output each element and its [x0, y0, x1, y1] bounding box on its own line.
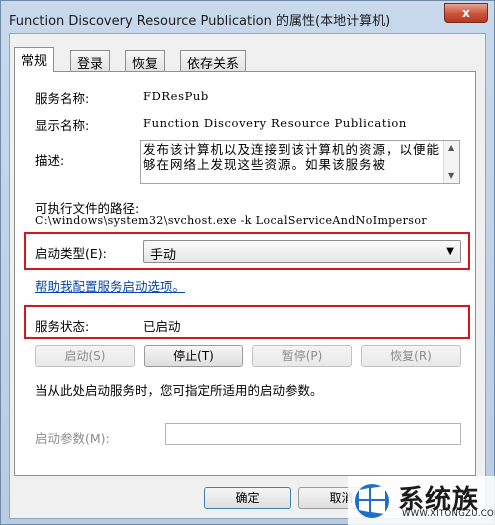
- service-name-label: 服务名称:: [35, 91, 90, 106]
- start-params-hint: 当从此处启动服务时，您可指定所适用的启动参数。: [35, 383, 323, 398]
- startup-type-label: 启动类型(E):: [35, 246, 107, 261]
- close-button[interactable]: x: [444, 3, 488, 23]
- site-watermark: 系统族 WWW.XITONGZU.COM: [348, 476, 495, 525]
- title-bar[interactable]: Function Discovery Resource Publication …: [1, 1, 494, 35]
- start-params-input[interactable]: [165, 423, 461, 445]
- windows-logo-icon: [355, 484, 389, 518]
- tab-general-label: 常规: [21, 54, 48, 69]
- resume-service-button[interactable]: 恢复(R): [361, 345, 461, 367]
- service-name-value: FDResPub: [143, 89, 209, 103]
- service-status-highlight: [24, 305, 470, 339]
- window-title: Function Discovery Resource Publication …: [9, 14, 391, 29]
- scroll-up-icon[interactable]: ▲: [448, 143, 454, 152]
- chevron-down-icon: ▼: [446, 246, 454, 257]
- watermark-url: WWW.XITONGZU.COM: [402, 509, 495, 519]
- tab-logon-label: 登录: [77, 57, 104, 72]
- help-configure-link[interactable]: 帮助我配置服务启动选项。: [35, 276, 185, 295]
- startup-type-selected: 手动: [150, 248, 177, 263]
- ok-button[interactable]: 确定: [204, 487, 291, 509]
- description-label: 描述:: [35, 153, 65, 168]
- stop-service-button[interactable]: 停止(T): [144, 345, 243, 367]
- tab-recovery-label: 恢复: [132, 57, 159, 72]
- service-status-label: 服务状态:: [35, 319, 90, 334]
- scroll-down-icon[interactable]: ▼: [448, 171, 454, 180]
- startup-type-select[interactable]: 手动 ▼: [143, 240, 461, 263]
- display-name-value: Function Discovery Resource Publication: [143, 116, 407, 130]
- start-params-label: 启动参数(M):: [35, 431, 110, 446]
- tab-dependencies-label: 依存关系: [187, 57, 240, 72]
- close-icon: x: [462, 6, 470, 20]
- description-text: 发布该计算机以及连接到该计算机的资源，以便能够在网络上发现这些资源。如果该服务被: [143, 142, 441, 172]
- pause-service-button[interactable]: 暂停(P): [252, 345, 352, 367]
- description-textbox[interactable]: 发布该计算机以及连接到该计算机的资源，以便能够在网络上发现这些资源。如果该服务被…: [140, 140, 460, 184]
- tab-recovery[interactable]: 恢复: [125, 50, 166, 72]
- tab-logon[interactable]: 登录: [70, 50, 111, 72]
- description-scrollbar[interactable]: ▲ ▼: [443, 141, 459, 183]
- tab-dependencies[interactable]: 依存关系: [180, 50, 247, 72]
- tab-general[interactable]: 常规: [14, 47, 55, 72]
- service-status-value: 已启动: [143, 319, 181, 334]
- start-service-button[interactable]: 启动(S): [35, 345, 135, 367]
- display-name-label: 显示名称:: [35, 118, 90, 133]
- exe-path-value: C:\windows\system32\svchost.exe -k Local…: [35, 214, 428, 227]
